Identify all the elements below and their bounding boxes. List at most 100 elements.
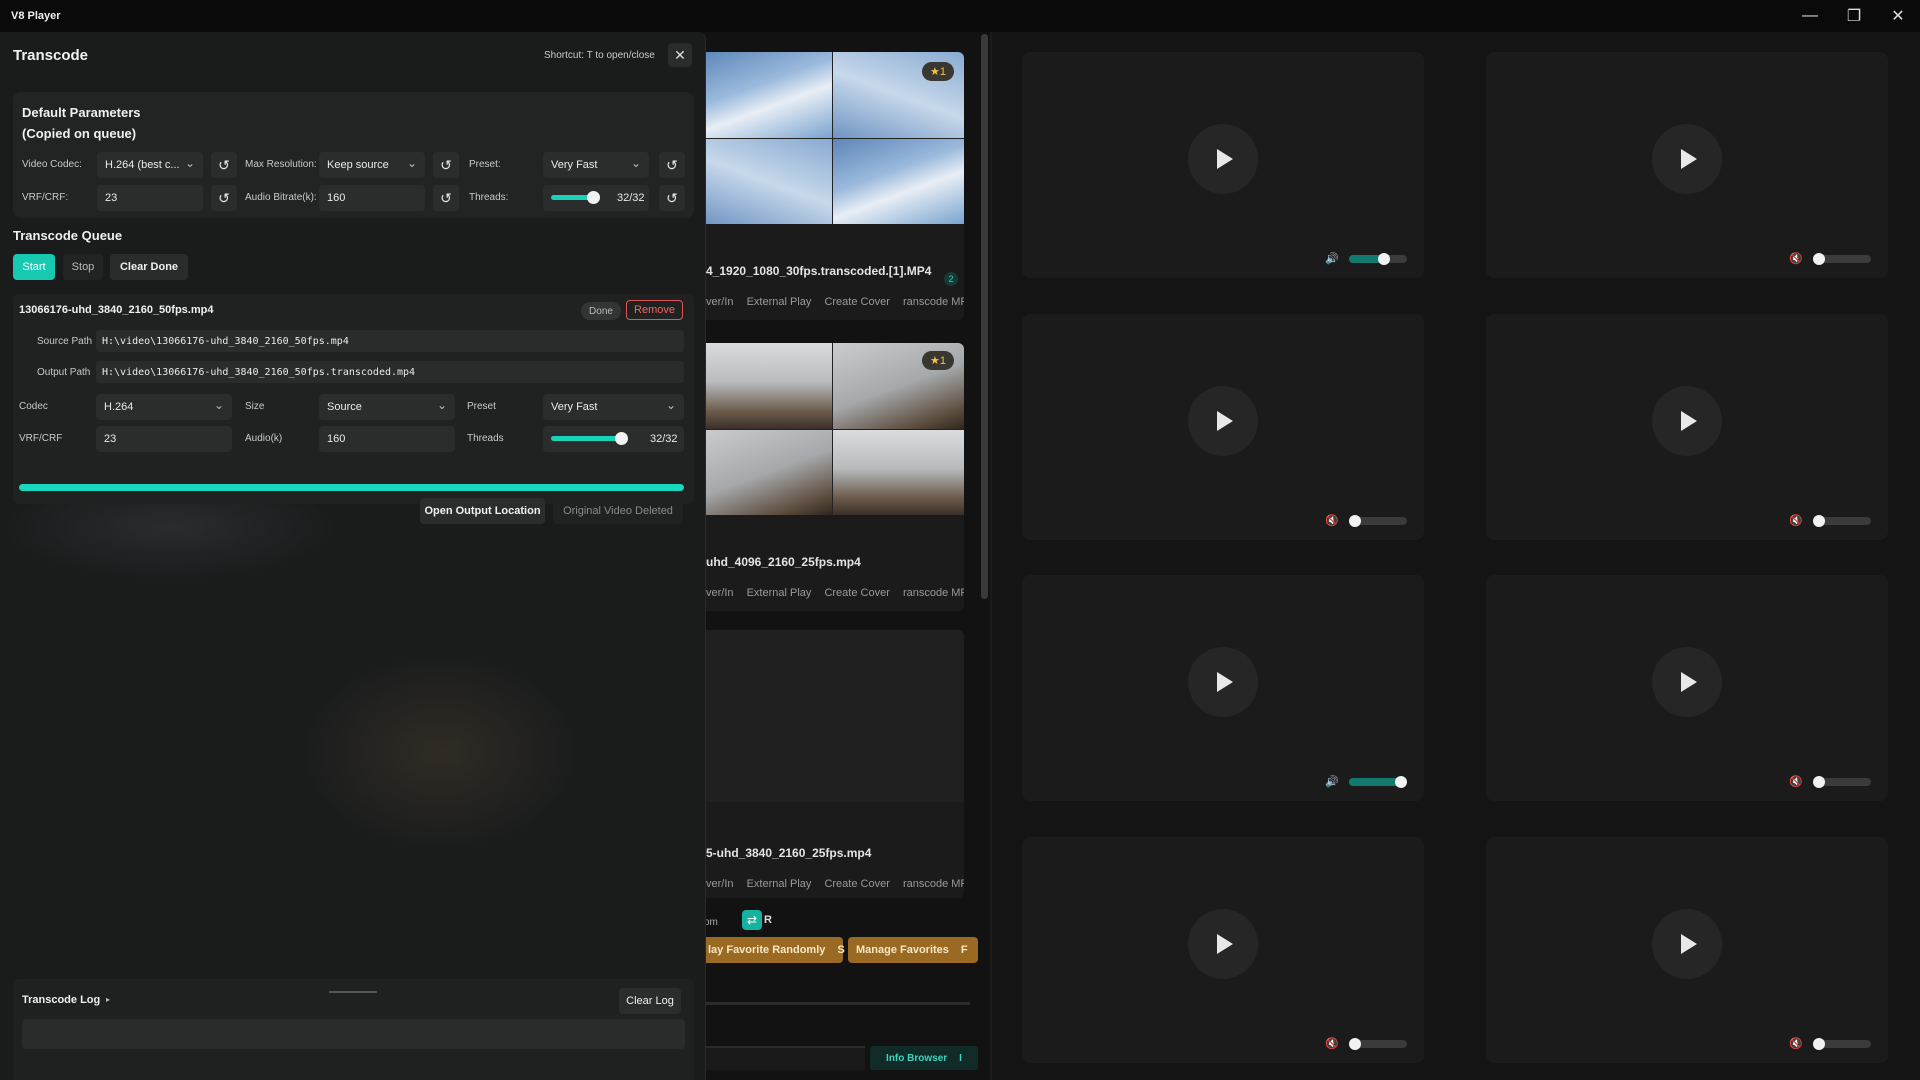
max-resolution-select[interactable]: Keep source [319, 152, 425, 178]
play-icon[interactable] [1652, 909, 1722, 979]
file-thumbnail[interactable] [700, 343, 964, 515]
audio-bitrate-input[interactable]: 160 [319, 185, 425, 211]
video-player[interactable]: 🔇 [1022, 837, 1424, 1063]
remove-button[interactable]: Remove [626, 300, 683, 320]
action-transcode[interactable]: ranscode MP4 [903, 296, 964, 308]
reset-icon[interactable]: ↺ [211, 152, 237, 178]
volume-muted-icon[interactable]: 🔇 [1789, 514, 1803, 527]
volume-muted-icon[interactable]: 🔇 [1325, 514, 1339, 527]
preset-select[interactable]: Very Fast [543, 152, 649, 178]
volume-slider[interactable] [1813, 776, 1871, 788]
rating-badge[interactable]: ★1 [922, 351, 954, 370]
file-card[interactable]: 5-uhd_3840_2160_25fps.mp4 ver/In Externa… [700, 630, 964, 898]
volume-muted-icon[interactable]: 🔇 [1789, 1037, 1803, 1050]
reset-icon[interactable]: ↺ [433, 152, 459, 178]
action-transcode[interactable]: ranscode MP4 [903, 587, 964, 599]
threads-slider[interactable] [551, 191, 600, 204]
video-codec-select[interactable]: H.264 (best c... [97, 152, 203, 178]
resize-handle[interactable] [329, 991, 377, 993]
maximize-button[interactable]: ❐ [1832, 0, 1876, 32]
action-external-play[interactable]: External Play [747, 878, 812, 890]
info-browser-button[interactable]: Info Browser I [870, 1046, 978, 1070]
action-create-cover[interactable]: Create Cover [824, 878, 889, 890]
volume-knob[interactable] [1377, 253, 1390, 265]
volume-slider[interactable] [1349, 515, 1407, 527]
vrf-input[interactable]: 23 [96, 426, 232, 452]
volume-knob[interactable] [1349, 515, 1361, 527]
play-icon[interactable] [1652, 124, 1722, 194]
clear-done-button[interactable]: Clear Done [110, 254, 188, 280]
volume-knob[interactable] [1395, 776, 1408, 788]
close-window-button[interactable]: ✕ [1876, 0, 1920, 32]
play-icon[interactable] [1188, 909, 1258, 979]
start-button[interactable]: Start [13, 254, 55, 280]
volume-knob[interactable] [1813, 253, 1825, 265]
file-card[interactable]: ★1 4_1920_1080_30fps.transcoded.[1].MP4 … [700, 52, 964, 320]
repeat-icon[interactable]: ⇄ [742, 910, 762, 930]
action-cover-in[interactable]: ver/In [706, 878, 734, 890]
stop-button[interactable]: Stop [63, 254, 103, 280]
volume-knob[interactable] [1813, 515, 1825, 527]
volume-slider[interactable] [1349, 776, 1408, 788]
action-cover-in[interactable]: ver/In [706, 587, 734, 599]
volume-slider[interactable] [1349, 253, 1407, 265]
action-transcode[interactable]: ranscode MP4 [903, 878, 964, 890]
volume-muted-icon[interactable]: 🔇 [1789, 775, 1803, 788]
volume-knob[interactable] [1813, 1038, 1825, 1050]
action-create-cover[interactable]: Create Cover [824, 296, 889, 308]
video-player[interactable]: 🔊 [1022, 52, 1424, 278]
play-icon[interactable] [1652, 386, 1722, 456]
volume-slider[interactable] [1813, 1038, 1871, 1050]
action-cover-in[interactable]: ver/In [706, 296, 734, 308]
threads-slider-knob[interactable] [615, 432, 628, 445]
volume-muted-icon[interactable]: 🔇 [1325, 1037, 1339, 1050]
file-list-scrollbar[interactable] [981, 34, 988, 599]
audio-input[interactable]: 160 [319, 426, 455, 452]
video-player[interactable]: 🔇 [1486, 314, 1888, 540]
preset-select[interactable]: Very Fast [543, 394, 684, 420]
volume-knob[interactable] [1813, 776, 1825, 788]
video-player[interactable]: 🔇 [1486, 575, 1888, 801]
play-favorite-randomly-button[interactable]: lay Favorite Randomly S [700, 937, 845, 963]
video-player[interactable]: 🔇 [1486, 837, 1888, 1063]
volume-slider[interactable] [1813, 253, 1871, 265]
clear-log-button[interactable]: Clear Log [619, 988, 681, 1014]
video-player[interactable]: 🔊 [1022, 575, 1424, 801]
volume-muted-icon[interactable]: 🔇 [1789, 252, 1803, 265]
open-output-location-button[interactable]: Open Output Location [420, 498, 545, 524]
reset-icon[interactable]: ↺ [659, 185, 685, 211]
vrf-input[interactable]: 23 [97, 185, 203, 211]
volume-icon[interactable]: 🔊 [1325, 252, 1339, 265]
play-icon[interactable] [1188, 386, 1258, 456]
file-card[interactable]: ★1 uhd_4096_2160_25fps.mp4 ver/In Extern… [700, 343, 964, 611]
play-icon[interactable] [1188, 124, 1258, 194]
action-create-cover[interactable]: Create Cover [824, 587, 889, 599]
codec-select[interactable]: H.264 [96, 394, 232, 420]
play-icon[interactable] [1652, 647, 1722, 717]
size-select[interactable]: Source [319, 394, 455, 420]
close-icon[interactable]: ✕ [668, 43, 692, 67]
reset-icon[interactable]: ↺ [659, 152, 685, 178]
reset-icon[interactable]: ↺ [433, 185, 459, 211]
action-external-play[interactable]: External Play [747, 296, 812, 308]
action-external-play[interactable]: External Play [747, 587, 812, 599]
volume-slider[interactable] [1813, 515, 1871, 527]
volume-knob[interactable] [1349, 1038, 1361, 1050]
threads-slider-knob[interactable] [587, 191, 600, 204]
manage-favorites-button[interactable]: Manage Favorites F [848, 937, 978, 963]
reset-icon[interactable]: ↺ [211, 185, 237, 211]
file-thumbnail[interactable] [700, 630, 964, 802]
info-input[interactable] [700, 1046, 865, 1070]
mid-progress-bar[interactable] [700, 1002, 970, 1005]
volume-slider[interactable] [1349, 1038, 1407, 1050]
rating-badge[interactable]: ★1 [922, 62, 954, 81]
output-path-field[interactable]: H:\video\13066176-uhd_3840_2160_50fps.tr… [96, 361, 684, 383]
video-player[interactable]: 🔇 [1022, 314, 1424, 540]
expand-arrow-icon[interactable]: ▸ [106, 995, 110, 1004]
volume-icon[interactable]: 🔊 [1325, 775, 1339, 788]
play-icon[interactable] [1188, 647, 1258, 717]
threads-slider[interactable] [551, 432, 628, 445]
video-player[interactable]: 🔇 [1486, 52, 1888, 278]
source-path-field[interactable]: H:\video\13066176-uhd_3840_2160_50fps.mp… [96, 330, 684, 352]
minimize-button[interactable]: — [1788, 0, 1832, 32]
